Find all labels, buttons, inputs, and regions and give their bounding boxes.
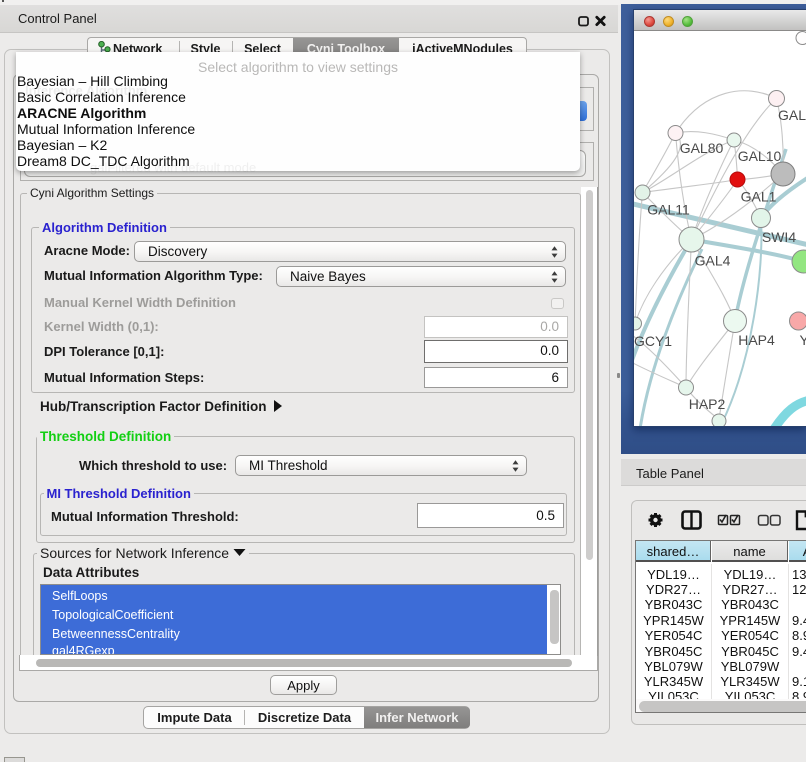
svg-text:GAL80: GAL80 (680, 140, 724, 156)
svg-text:GAL7: GAL7 (778, 107, 806, 123)
svg-text:YD: YD (800, 332, 806, 348)
svg-text:GAL10: GAL10 (738, 148, 782, 164)
svg-text:GAL4: GAL4 (695, 253, 731, 269)
svg-text:GAL11: GAL11 (647, 202, 690, 218)
svg-text:GAL1: GAL1 (741, 189, 777, 205)
svg-text:GCY1: GCY1 (634, 333, 672, 349)
svg-text:SWI4: SWI4 (762, 229, 796, 245)
svg-text:HAP2: HAP2 (689, 396, 726, 412)
svg-text:HAP4: HAP4 (738, 332, 775, 348)
